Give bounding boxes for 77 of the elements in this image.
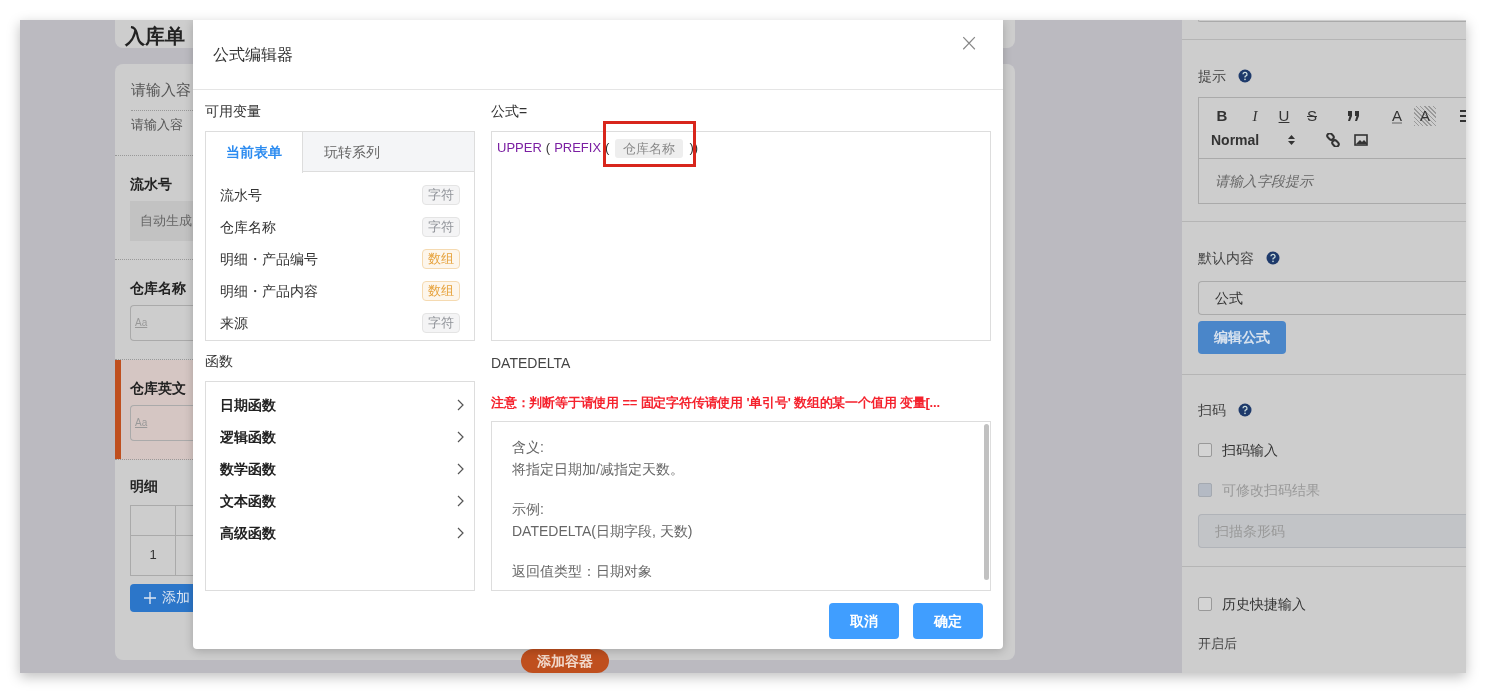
row-number: 1 (149, 546, 157, 565)
add-container-button[interactable]: 添加容器 (521, 649, 609, 673)
type-tag: 字符 (422, 313, 460, 333)
type-tag: 数组 (422, 281, 460, 301)
function-token: PREFIX (554, 139, 602, 158)
hint-label: 提示 (1198, 66, 1226, 86)
default-value-label: 默认内容 (1198, 248, 1254, 268)
checkbox[interactable] (1198, 597, 1212, 611)
chevron-right-icon (457, 527, 464, 539)
sort-arrows-icon (1288, 134, 1295, 146)
function-token: UPPER (497, 139, 542, 158)
formula-label: 公式= (491, 102, 529, 121)
scan-label: 扫码 (1198, 400, 1226, 420)
field-label: 仓库名称 (130, 278, 187, 298)
container-title: 请输入容 (131, 80, 192, 100)
chevron-right-icon (457, 495, 464, 507)
italic-button[interactable]: I (1244, 106, 1266, 126)
image-icon (1354, 134, 1368, 146)
strike-button[interactable]: S (1301, 106, 1323, 126)
placeholder: Aa (135, 416, 148, 430)
select-field[interactable]: 公式 (1198, 281, 1466, 315)
note-text: 开启后 (1198, 635, 1238, 653)
bold-button[interactable]: B (1211, 106, 1233, 126)
description-text: 将指定日期加/减指定天数。 (512, 460, 685, 479)
tab[interactable]: 玩转系列 (303, 132, 400, 172)
description-text: 返回值类型：日期对象 (512, 562, 653, 581)
rich-text-editor[interactable]: B I U S A A Normal 请输入字段提示 (1198, 97, 1466, 204)
variable-item[interactable]: 明细・产品内容 数组 (206, 275, 474, 307)
scrollbar[interactable] (984, 424, 989, 580)
page-title: 入库单 (125, 24, 185, 48)
type-tag: 字符 (422, 185, 460, 205)
parenthesis: ( (545, 139, 551, 158)
type-tag: 数组 (422, 249, 460, 269)
link-icon (1326, 133, 1340, 147)
function-category[interactable]: 日期函数 (206, 389, 474, 421)
placeholder: 请输入字段提示 (1215, 171, 1313, 191)
description-text: DATEDELTA(日期字段, 天数) (512, 522, 694, 541)
checkbox-label: 历史快捷输入 (1222, 594, 1306, 614)
variable-item[interactable]: 流水号 字符 (206, 179, 474, 211)
variable-item[interactable]: 明细・产品编号 数组 (206, 243, 474, 275)
background-button[interactable]: A (1414, 106, 1436, 126)
section-label: 可用变量 (205, 102, 262, 121)
description-text: 示例: (512, 500, 545, 519)
dialog-title: 公式编辑器 (213, 44, 293, 65)
field-value: 自动生成 (140, 211, 192, 230)
variable-item[interactable]: 仓库名称 字符 (206, 211, 474, 243)
detail-label: 明细 (130, 476, 159, 496)
field-label: 仓库英文 (130, 378, 187, 398)
add-button[interactable]: 添加 (130, 583, 193, 612)
variable-item[interactable]: 来源 字符 (206, 307, 474, 339)
checkbox-label: 扫码输入 (1222, 440, 1278, 460)
notice-text: 注意：判断等于请使用 == 固定字符传请使用 '单引号' 数组的某一个值用 变量[... (491, 394, 941, 412)
chevron-right-icon (457, 399, 464, 411)
close-button[interactable]: × (958, 30, 979, 55)
function-category[interactable]: 数学函数 (206, 453, 474, 485)
color-button[interactable]: A (1386, 106, 1408, 126)
function-category[interactable]: 文本函数 (206, 485, 474, 517)
chevron-right-icon (457, 463, 464, 475)
link-button[interactable] (1323, 130, 1343, 150)
field-chip: 仓库名称 (615, 138, 684, 158)
help-icon (1238, 403, 1252, 417)
quote-icon (1347, 111, 1361, 121)
section-label: 函数 (205, 352, 234, 371)
function-category[interactable]: 高级函数 (206, 517, 474, 549)
checkbox[interactable] (1198, 443, 1212, 457)
plus-icon (144, 591, 156, 604)
parenthesis: ( (605, 139, 610, 158)
function-category[interactable]: 逻辑函数 (206, 421, 474, 453)
field-label: 流水号 (130, 174, 173, 194)
header-select[interactable]: Normal (1211, 130, 1301, 150)
underline-button[interactable]: U (1273, 106, 1295, 126)
help-icon (1266, 251, 1280, 265)
function-name: DATEDELTA (491, 354, 572, 373)
type-tag: 字符 (422, 217, 460, 237)
description-text: 含义: (512, 438, 545, 457)
chevron-right-icon (457, 431, 464, 443)
help-icon (1238, 69, 1252, 83)
